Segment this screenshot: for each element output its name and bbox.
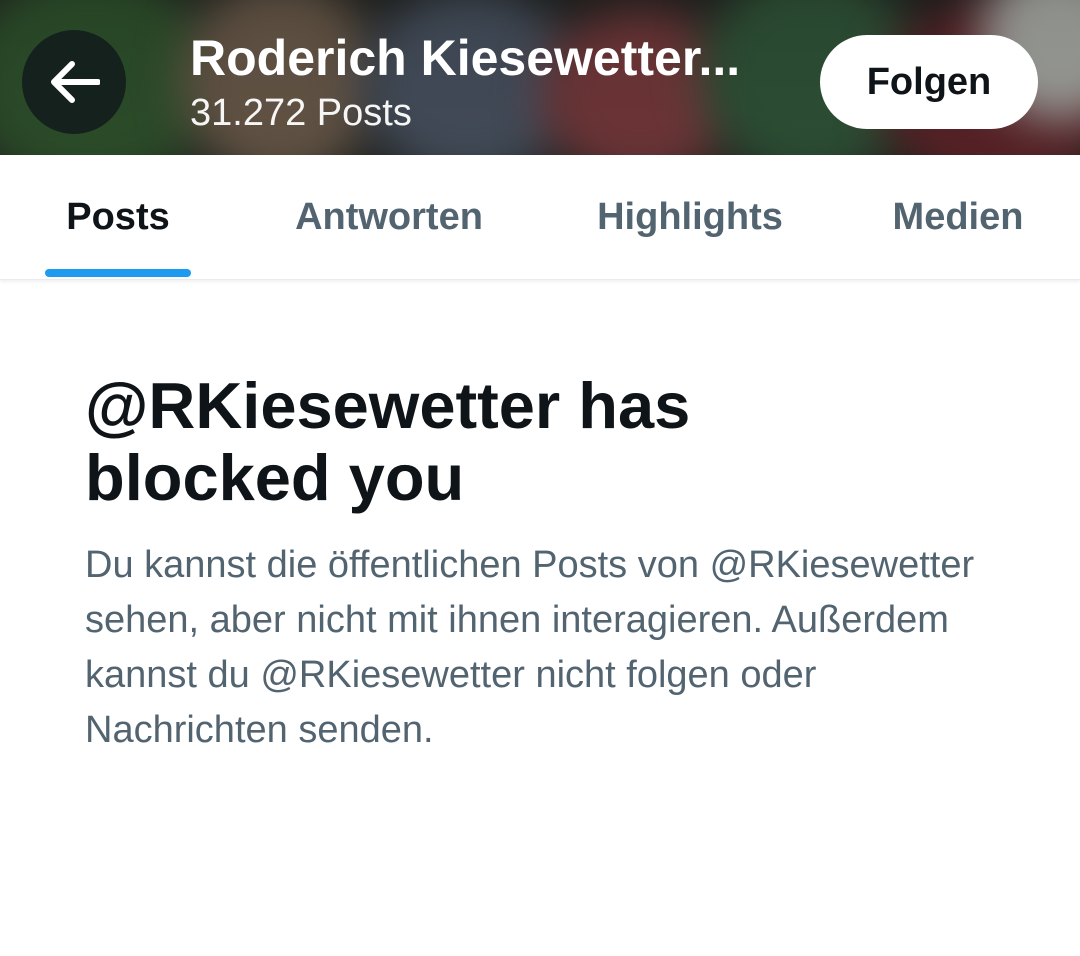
post-count: 31.272 Posts [190,92,412,134]
blocked-notice: @RKiesewetter has blocked you Du kannst … [85,370,1005,758]
profile-name: Roderich Kiesewetter... [190,30,741,86]
follow-button[interactable]: Folgen [820,35,1038,129]
profile-title-block: Roderich Kiesewetter... 31.272 Posts [190,28,790,136]
active-tab-indicator [45,269,191,277]
tab-antworten[interactable]: Antworten [255,155,523,279]
profile-tabs: Posts Antworten Highlights Medien [0,155,1080,280]
tab-medien[interactable]: Medien [860,155,1056,279]
profile-header: Roderich Kiesewetter... 31.272 Posts Fol… [0,0,1080,155]
arrow-left-icon [51,61,100,103]
blocked-title: @RKiesewetter has blocked you [85,369,691,514]
blocked-description: Du kannst die öffentlichen Posts von @RK… [85,544,975,751]
tab-posts[interactable]: Posts [30,155,206,279]
back-button[interactable] [22,30,126,134]
tab-highlights[interactable]: Highlights [565,155,815,279]
